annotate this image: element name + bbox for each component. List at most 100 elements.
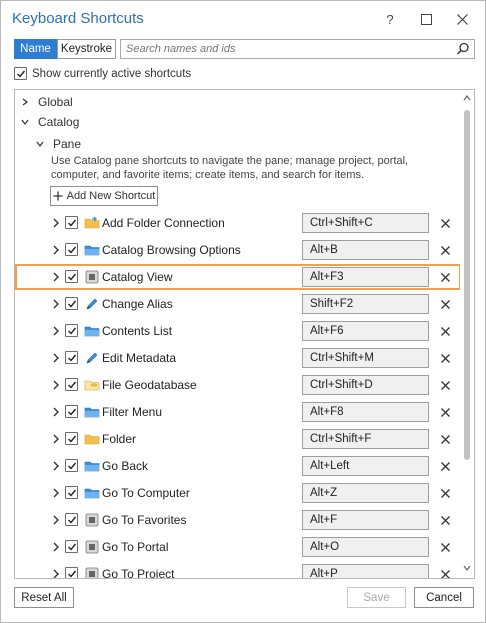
- shortcut-keystroke-field[interactable]: Alt+O: [302, 537, 429, 557]
- tree-node-global[interactable]: Global: [20, 92, 73, 112]
- chevron-right-icon[interactable]: [51, 352, 61, 364]
- chevron-right-icon[interactable]: [51, 541, 61, 553]
- tab-keystroke[interactable]: Keystroke: [57, 39, 116, 59]
- shortcut-row[interactable]: Change Alias Shift+F2: [15, 291, 461, 318]
- shortcut-enabled-checkbox[interactable]: [65, 486, 78, 499]
- shortcut-enabled-checkbox[interactable]: [65, 297, 78, 310]
- remove-shortcut-button[interactable]: [437, 296, 453, 312]
- add-new-shortcut-button[interactable]: Add New Shortcut: [50, 186, 158, 206]
- shortcut-enabled-checkbox[interactable]: [65, 324, 78, 337]
- shortcut-row[interactable]: Add Folder Connection Ctrl+Shift+C: [15, 210, 461, 237]
- scroll-down-icon[interactable]: [462, 563, 472, 573]
- search-input[interactable]: [121, 40, 441, 58]
- remove-shortcut-button[interactable]: [437, 539, 453, 555]
- chevron-right-icon[interactable]: [51, 568, 61, 579]
- remove-shortcut-button[interactable]: [437, 458, 453, 474]
- shortcut-keystroke-field[interactable]: Ctrl+Shift+M: [302, 348, 429, 368]
- shortcut-enabled-checkbox[interactable]: [65, 432, 78, 445]
- chevron-right-icon[interactable]: [51, 298, 61, 310]
- shortcut-keystroke-field[interactable]: Alt+F8: [302, 402, 429, 422]
- shortcut-keystroke-field[interactable]: Alt+Left: [302, 456, 429, 476]
- scroll-up-icon[interactable]: [462, 93, 472, 103]
- tab-name[interactable]: Name: [14, 39, 57, 59]
- shortcut-enabled-checkbox[interactable]: [65, 540, 78, 553]
- remove-shortcut-button[interactable]: [437, 323, 453, 339]
- shortcut-keystroke-field[interactable]: Ctrl+Shift+F: [302, 429, 429, 449]
- remove-shortcut-button[interactable]: [437, 377, 453, 393]
- shortcut-row[interactable]: Go To Favorites Alt+F: [15, 507, 461, 534]
- chevron-right-icon[interactable]: [51, 433, 61, 445]
- remove-shortcut-button[interactable]: [437, 404, 453, 420]
- scrollbar-thumb[interactable]: [464, 110, 470, 460]
- shortcut-row[interactable]: Contents List Alt+F6: [15, 318, 461, 345]
- shortcut-keystroke-field[interactable]: Ctrl+Shift+C: [302, 213, 429, 233]
- shortcut-enabled-checkbox[interactable]: [65, 567, 78, 578]
- chevron-right-icon[interactable]: [51, 514, 61, 526]
- chevron-right-icon[interactable]: [51, 460, 61, 472]
- remove-shortcut-button[interactable]: [437, 269, 453, 285]
- checkmark-icon: [67, 489, 76, 497]
- chevron-right-icon[interactable]: [51, 244, 61, 256]
- chevron-right-icon[interactable]: [51, 217, 61, 229]
- checkmark-icon: [67, 408, 76, 416]
- shortcut-keystroke-field[interactable]: Shift+F2: [302, 294, 429, 314]
- shortcut-enabled-checkbox[interactable]: [65, 216, 78, 229]
- chevron-right-icon[interactable]: [51, 325, 61, 337]
- shortcut-enabled-checkbox[interactable]: [65, 459, 78, 472]
- shortcut-enabled-checkbox[interactable]: [65, 243, 78, 256]
- reset-all-button[interactable]: Reset All: [14, 587, 74, 608]
- shortcut-name: Folder: [102, 432, 137, 446]
- shortcut-enabled-checkbox[interactable]: [65, 378, 78, 391]
- show-active-checkbox[interactable]: [14, 67, 27, 80]
- shortcut-row[interactable]: Go To Project Alt+P: [15, 561, 461, 579]
- shortcut-keystroke-field[interactable]: Alt+F3: [302, 267, 429, 287]
- chevron-right-icon[interactable]: [51, 271, 61, 283]
- tree-node-catalog[interactable]: Catalog: [20, 112, 79, 132]
- maximize-button[interactable]: [411, 7, 441, 31]
- generic-command-icon: [84, 566, 100, 578]
- vertical-scrollbar[interactable]: [460, 90, 474, 578]
- save-button[interactable]: Save: [347, 587, 406, 608]
- chevron-right-icon[interactable]: [51, 487, 61, 499]
- shortcut-row[interactable]: Go To Computer Alt+Z: [15, 480, 461, 507]
- pane-description: Use Catalog pane shortcuts to navigate t…: [51, 155, 409, 181]
- shortcut-enabled-checkbox[interactable]: [65, 513, 78, 526]
- close-button[interactable]: [447, 7, 477, 31]
- remove-shortcut-button[interactable]: [437, 215, 453, 231]
- cancel-button[interactable]: Cancel: [414, 587, 474, 608]
- remove-shortcut-button[interactable]: [437, 566, 453, 578]
- shortcut-row[interactable]: Filter Menu Alt+F8: [15, 399, 461, 426]
- chevron-right-icon[interactable]: [51, 406, 61, 418]
- remove-shortcut-button[interactable]: [437, 485, 453, 501]
- folder-connection-icon: [84, 215, 100, 231]
- remove-shortcut-button[interactable]: [437, 512, 453, 528]
- shortcut-row[interactable]: Edit Metadata Ctrl+Shift+M: [15, 345, 461, 372]
- shortcut-row[interactable]: Folder Ctrl+Shift+F: [15, 426, 461, 453]
- shortcut-name: Edit Metadata: [102, 351, 177, 365]
- shortcut-enabled-checkbox[interactable]: [65, 270, 78, 283]
- shortcut-row[interactable]: Go To Portal Alt+O: [15, 534, 461, 561]
- remove-shortcut-button[interactable]: [437, 431, 453, 447]
- shortcut-row[interactable]: File Geodatabase Ctrl+Shift+D: [15, 372, 461, 399]
- geodatabase-icon: [84, 377, 100, 393]
- remove-shortcut-button[interactable]: [437, 242, 453, 258]
- tree-node-pane[interactable]: Pane: [35, 134, 81, 154]
- search-icon[interactable]: [456, 42, 470, 56]
- shortcut-keystroke-field[interactable]: Ctrl+Shift+D: [302, 375, 429, 395]
- help-button[interactable]: ?: [375, 7, 405, 31]
- shortcut-keystroke-field[interactable]: Alt+Z: [302, 483, 429, 503]
- shortcut-row[interactable]: Go Back Alt+Left: [15, 453, 461, 480]
- shortcut-keystroke-field[interactable]: Alt+P: [302, 564, 429, 578]
- shortcut-row[interactable]: Catalog View Alt+F3: [15, 264, 461, 291]
- shortcut-row[interactable]: Catalog Browsing Options Alt+B: [15, 237, 461, 264]
- checkmark-icon: [67, 381, 76, 389]
- add-new-shortcut-label: Add New Shortcut: [66, 190, 156, 202]
- shortcut-keystroke-field[interactable]: Alt+F: [302, 510, 429, 530]
- shortcut-enabled-checkbox[interactable]: [65, 351, 78, 364]
- shortcut-name: Go Back: [102, 459, 149, 473]
- chevron-right-icon[interactable]: [51, 379, 61, 391]
- shortcut-keystroke-field[interactable]: Alt+B: [302, 240, 429, 260]
- shortcut-enabled-checkbox[interactable]: [65, 405, 78, 418]
- shortcut-keystroke-field[interactable]: Alt+F6: [302, 321, 429, 341]
- remove-shortcut-button[interactable]: [437, 350, 453, 366]
